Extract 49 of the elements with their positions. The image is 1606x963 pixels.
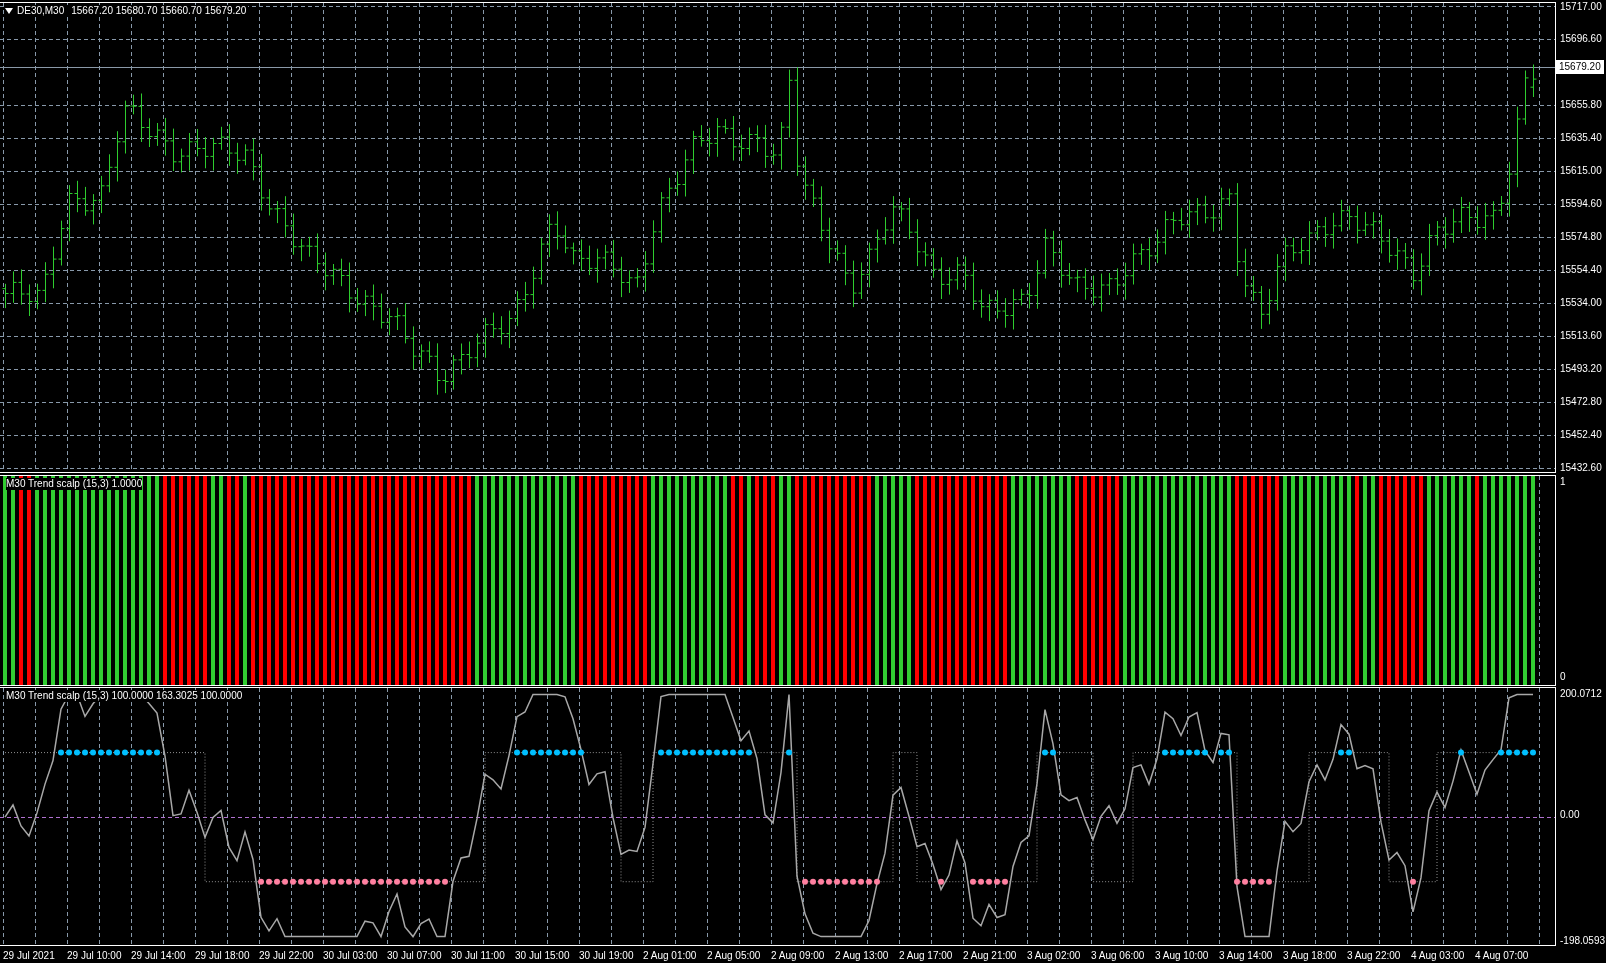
ohlc-values: 15667.20 15680.70 15660.70 15679.20 [71, 5, 247, 17]
histogram-axis-label: 1 [1560, 475, 1566, 489]
time-axis-label: 2 Aug 01:00 [643, 950, 697, 962]
dropdown-triangle-icon[interactable] [5, 8, 13, 14]
time-axis-label: 3 Aug 22:00 [1347, 950, 1401, 962]
time-axis-label: 2 Aug 21:00 [963, 950, 1017, 962]
time-axis-label: 2 Aug 17:00 [899, 950, 953, 962]
time-axis-label: 4 Aug 03:00 [1411, 950, 1465, 962]
time-axis-label: 30 Jul 03:00 [323, 950, 378, 962]
time-axis-label: 30 Jul 19:00 [579, 950, 634, 962]
histogram-axis-label: 0 [1560, 670, 1566, 684]
time-axis-label: 2 Aug 13:00 [835, 950, 889, 962]
price-axis-label: 15472.80 [1560, 395, 1602, 409]
time-axis-label: 30 Jul 15:00 [515, 950, 570, 962]
price-axis-label: 15594.60 [1560, 197, 1602, 211]
time-axis-label: 3 Aug 02:00 [1027, 950, 1081, 962]
time-axis-label: 4 Aug 07:00 [1475, 950, 1529, 962]
price-axis-label: 15574.80 [1560, 230, 1602, 244]
price-axis-label: 15432.60 [1560, 461, 1602, 475]
time-axis-label: 3 Aug 18:00 [1283, 950, 1337, 962]
time-axis-label: 3 Aug 10:00 [1155, 950, 1209, 962]
indicator-label: M30 Trend scalp (15,3) 1.0000 [6, 478, 143, 490]
time-axis-label: 30 Jul 07:00 [387, 950, 442, 962]
time-axis-label: 3 Aug 14:00 [1219, 950, 1273, 962]
price-axis-label: 15696.60 [1560, 32, 1602, 46]
price-axis-label: 15452.40 [1560, 428, 1602, 442]
time-axis-label: 30 Jul 11:00 [451, 950, 505, 962]
time-axis-label: 29 Jul 22:00 [259, 950, 314, 962]
oscillator-axis-label: 200.0712 [1560, 687, 1602, 701]
indicator-label: M30 Trend scalp (15,3) 100.0000 163.3025 100.0000 [6, 690, 243, 702]
price-axis-label: 15513.60 [1560, 329, 1602, 343]
time-axis-label: 29 Jul 14:00 [131, 950, 186, 962]
time-axis-label: 29 Jul 2021 [3, 950, 55, 962]
time-axis-label: 3 Aug 06:00 [1091, 950, 1145, 962]
current-price-label: 15679.20 [1556, 60, 1604, 74]
time-axis-label: 29 Jul 18:00 [195, 950, 250, 962]
price-axis-label: 15554.40 [1560, 263, 1602, 277]
price-axis-label: 15615.00 [1560, 164, 1602, 178]
oscillator-axis-label: 0.00 [1560, 808, 1580, 822]
time-axis-label: 2 Aug 05:00 [707, 950, 761, 962]
price-axis-label: 15717.00 [1560, 0, 1602, 14]
price-axis-label: 15493.20 [1560, 362, 1602, 376]
oscillator-axis-label: -198.0593 [1560, 934, 1606, 948]
price-axis-label: 15534.00 [1560, 296, 1602, 310]
price-axis-label: 15635.40 [1560, 131, 1602, 145]
price-axis-label: 15655.80 [1560, 98, 1602, 112]
time-axis-label: 29 Jul 10:00 [67, 950, 122, 962]
time-axis-label: 2 Aug 09:00 [771, 950, 825, 962]
chart-symbol: DE30,M30 [17, 5, 65, 17]
